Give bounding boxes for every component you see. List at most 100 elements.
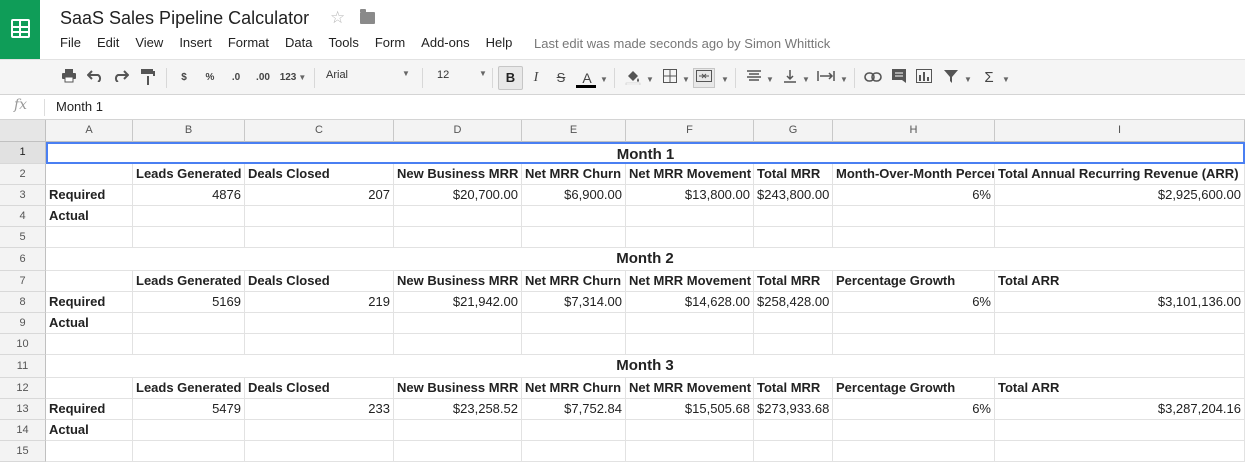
value-cell[interactable]: $7,314.00 xyxy=(522,292,626,313)
cell-empty[interactable] xyxy=(626,313,754,334)
cell-empty[interactable] xyxy=(833,334,995,355)
menu-data[interactable]: Data xyxy=(277,35,320,50)
row-header-11[interactable]: 11 xyxy=(0,355,46,378)
increase-decimal-button[interactable]: .00 xyxy=(252,69,274,87)
column-label-cell[interactable]: Percentage Growth xyxy=(833,378,995,399)
cell-empty[interactable] xyxy=(833,227,995,248)
value-cell[interactable]: $243,800.00 xyxy=(754,185,833,206)
row-label-actual[interactable]: Actual xyxy=(46,313,133,334)
cell-empty[interactable] xyxy=(833,441,995,462)
cell-empty[interactable] xyxy=(394,441,522,462)
currency-format-button[interactable]: $ xyxy=(178,69,190,87)
menu-addons[interactable]: Add-ons xyxy=(413,35,477,50)
column-label-cell[interactable]: Total MRR xyxy=(754,271,833,292)
value-cell[interactable]: 4876 xyxy=(133,185,245,206)
functions-sigma-icon[interactable]: Σ xyxy=(982,69,996,87)
cell-empty[interactable] xyxy=(626,206,754,227)
value-cell[interactable]: $3,287,204.16 xyxy=(995,399,1245,420)
row-label-actual[interactable]: Actual xyxy=(46,206,133,227)
value-cell[interactable]: $14,628.00 xyxy=(626,292,754,313)
value-cell[interactable]: 5169 xyxy=(133,292,245,313)
value-cell[interactable]: $273,933.68 xyxy=(754,399,833,420)
paint-format-icon[interactable] xyxy=(140,69,156,87)
formula-input[interactable]: Month 1 xyxy=(56,99,103,114)
vertical-align-icon[interactable] xyxy=(782,69,798,87)
cell-empty[interactable] xyxy=(522,206,626,227)
select-all-corner[interactable] xyxy=(0,120,46,142)
more-formats-button[interactable]: 123 ▼ xyxy=(278,69,308,87)
row-header-12[interactable]: 12 xyxy=(0,378,46,399)
column-header-a[interactable]: A xyxy=(46,120,133,142)
chevron-down-icon[interactable]: ▼ xyxy=(838,69,848,87)
value-cell[interactable]: $23,258.52 xyxy=(394,399,522,420)
cell-empty[interactable] xyxy=(833,206,995,227)
cell-empty[interactable] xyxy=(245,227,394,248)
cell-empty[interactable] xyxy=(522,227,626,248)
row-header-13[interactable]: 13 xyxy=(0,399,46,420)
column-label-cell[interactable]: Net MRR Movement xyxy=(626,378,754,399)
font-family-select[interactable]: Arial ▼ xyxy=(326,69,410,81)
column-header-d[interactable]: D xyxy=(394,120,522,142)
menu-tools[interactable]: Tools xyxy=(320,35,366,50)
cell-empty[interactable] xyxy=(626,420,754,441)
borders-icon[interactable] xyxy=(662,69,678,87)
percent-format-button[interactable]: % xyxy=(203,69,217,87)
cell-empty[interactable] xyxy=(394,334,522,355)
row-header-5[interactable]: 5 xyxy=(0,227,46,248)
column-label-cell[interactable]: Deals Closed xyxy=(245,271,394,292)
comment-icon[interactable] xyxy=(891,69,907,87)
value-cell[interactable]: 219 xyxy=(245,292,394,313)
value-cell[interactable]: $6,900.00 xyxy=(522,185,626,206)
cell-empty[interactable] xyxy=(394,420,522,441)
chevron-down-icon[interactable]: ▼ xyxy=(598,69,608,87)
row-header-8[interactable]: 8 xyxy=(0,292,46,313)
cell-empty[interactable] xyxy=(995,227,1245,248)
value-cell[interactable]: $15,505.68 xyxy=(626,399,754,420)
value-cell[interactable]: 5479 xyxy=(133,399,245,420)
cell-empty[interactable] xyxy=(394,206,522,227)
cell-empty[interactable] xyxy=(754,227,833,248)
column-label-cell[interactable]: Percentage Growth xyxy=(833,271,995,292)
cell-empty[interactable] xyxy=(995,206,1245,227)
cell-empty[interactable] xyxy=(394,313,522,334)
row-header-7[interactable]: 7 xyxy=(0,271,46,292)
column-label-cell[interactable]: Total MRR xyxy=(754,378,833,399)
cell-empty[interactable] xyxy=(626,227,754,248)
chevron-down-icon[interactable]: ▼ xyxy=(764,69,774,87)
value-cell[interactable]: 6% xyxy=(833,399,995,420)
cell-empty[interactable] xyxy=(995,334,1245,355)
value-cell[interactable]: 6% xyxy=(833,292,995,313)
cell-empty[interactable] xyxy=(754,206,833,227)
value-cell[interactable]: $3,101,136.00 xyxy=(995,292,1245,313)
column-label-cell[interactable]: Total Annual Recurring Revenue (ARR) xyxy=(995,164,1245,185)
filter-icon[interactable] xyxy=(943,69,959,87)
row-header-3[interactable]: 3 xyxy=(0,185,46,206)
cell-empty[interactable] xyxy=(46,378,133,399)
month-title-cell[interactable]: Month 2 xyxy=(46,248,1245,271)
column-label-cell[interactable]: Net MRR Churn xyxy=(522,164,626,185)
value-cell[interactable]: 6% xyxy=(833,185,995,206)
column-label-cell[interactable]: New Business MRR xyxy=(394,378,522,399)
column-label-cell[interactable]: Leads Generated xyxy=(133,164,245,185)
row-header-10[interactable]: 10 xyxy=(0,334,46,355)
strikethrough-button[interactable]: S xyxy=(555,69,567,87)
cell-empty[interactable] xyxy=(245,441,394,462)
row-header-14[interactable]: 14 xyxy=(0,420,46,441)
column-header-b[interactable]: B xyxy=(133,120,245,142)
cell-empty[interactable] xyxy=(245,334,394,355)
undo-icon[interactable] xyxy=(86,69,103,87)
chevron-down-icon[interactable]: ▼ xyxy=(1000,69,1010,87)
column-header-h[interactable]: H xyxy=(833,120,995,142)
chevron-down-icon[interactable]: ▼ xyxy=(644,69,654,87)
month-title-cell[interactable]: Month 3 xyxy=(46,355,1245,378)
star-icon[interactable]: ☆ xyxy=(330,8,345,28)
menu-help[interactable]: Help xyxy=(478,35,521,50)
cell-empty[interactable] xyxy=(522,441,626,462)
value-cell[interactable]: $21,942.00 xyxy=(394,292,522,313)
folder-icon[interactable] xyxy=(360,9,375,24)
cell-empty[interactable] xyxy=(754,420,833,441)
column-label-cell[interactable]: Deals Closed xyxy=(245,378,394,399)
value-cell[interactable]: 207 xyxy=(245,185,394,206)
row-label-actual[interactable]: Actual xyxy=(46,420,133,441)
chart-icon[interactable] xyxy=(915,69,933,87)
